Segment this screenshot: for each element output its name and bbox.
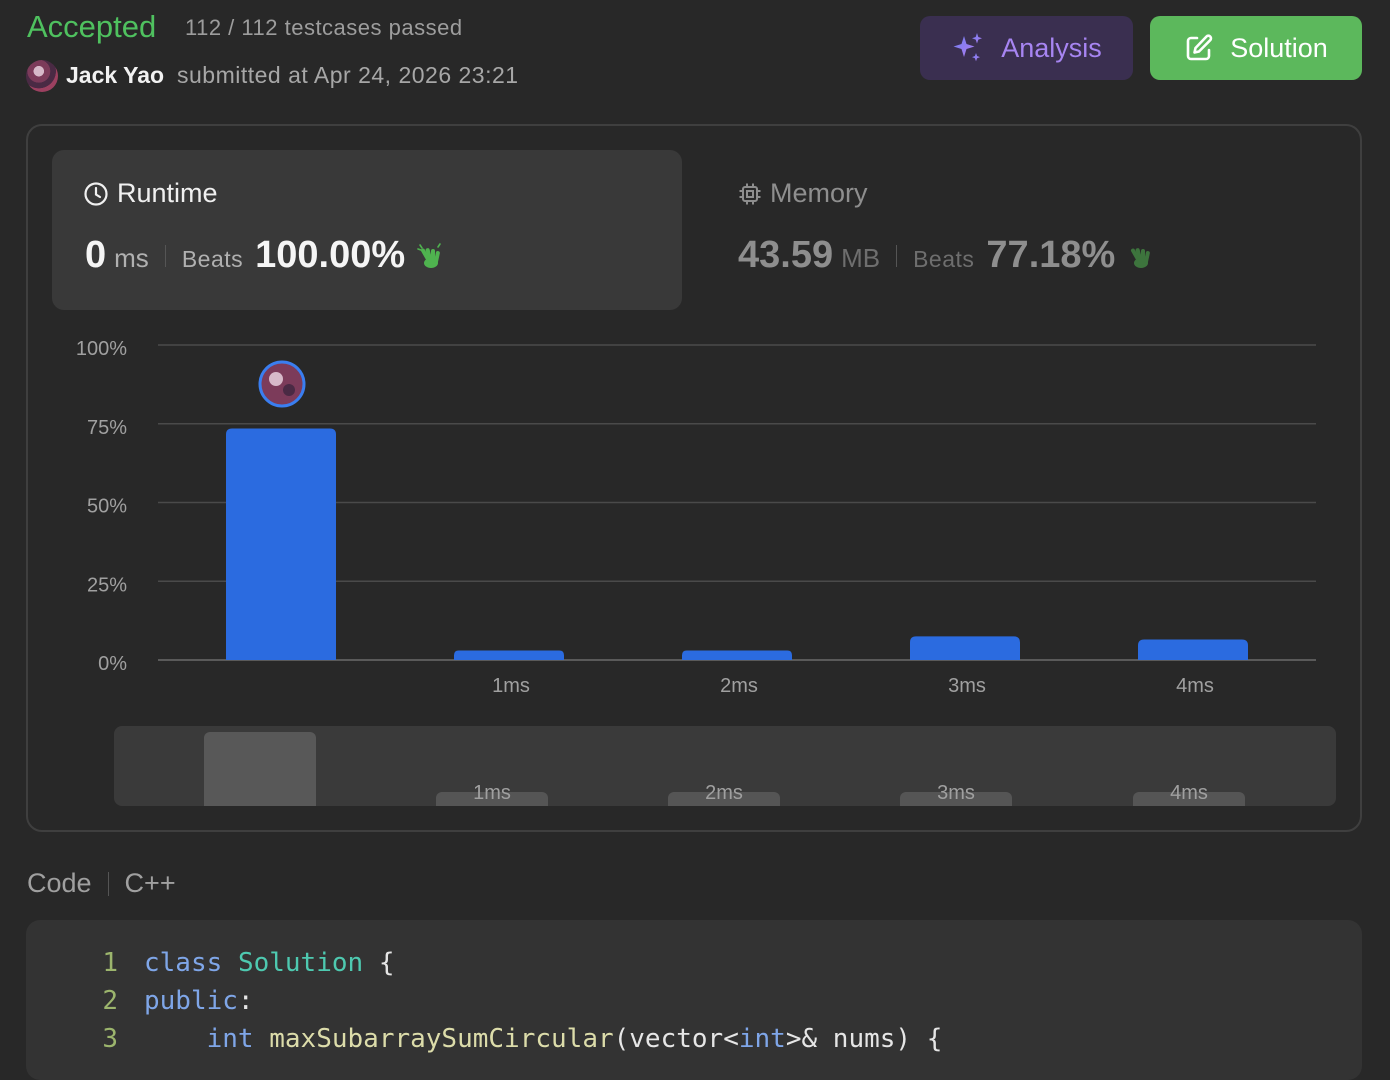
chart-bar xyxy=(910,636,1020,660)
minimap-label: 2ms xyxy=(705,782,743,804)
minimap-label: 4ms xyxy=(1170,782,1208,804)
code-token: class xyxy=(144,948,223,978)
x-tick-label: 4ms xyxy=(1176,675,1214,697)
avatar-detail xyxy=(269,372,283,386)
y-tick-label: 50% xyxy=(87,496,127,518)
user-avatar-marker[interactable] xyxy=(258,360,306,408)
code-label: Code xyxy=(27,868,92,898)
line-number: 3 xyxy=(102,1024,118,1054)
avatar-detail xyxy=(283,384,295,396)
code-token: int xyxy=(738,1024,786,1054)
divider xyxy=(107,871,109,896)
code-token: int xyxy=(206,1024,254,1054)
code-language: C++ xyxy=(124,868,176,898)
chart-bar xyxy=(454,650,564,660)
x-tick-label: 1ms xyxy=(492,675,530,697)
line-number: 2 xyxy=(102,986,118,1016)
code-editor[interactable]: 1 class Solution {2 public: 3 int maxSubarr… xyxy=(26,920,1362,1080)
code-token: (vector< xyxy=(613,1024,739,1054)
chart-bar xyxy=(1138,639,1248,660)
minimap-label: 1ms xyxy=(473,782,511,804)
x-tick-label: 3ms xyxy=(948,675,986,697)
minimap-label: 3ms xyxy=(937,782,975,804)
code-token: maxSubarraySumCircular xyxy=(269,1024,614,1054)
code-header: Code C++ xyxy=(27,868,176,899)
chart-bar xyxy=(226,428,336,660)
code-line: 1 class Solution { xyxy=(96,948,394,978)
y-tick-label: 25% xyxy=(87,574,127,596)
y-tick-label: 100% xyxy=(76,338,127,360)
x-tick-label: 2ms xyxy=(720,675,758,697)
y-tick-label: 0% xyxy=(98,653,127,675)
line-number: 1 xyxy=(102,948,118,978)
code-token: { xyxy=(363,948,395,978)
code-token: Solution xyxy=(237,948,364,978)
code-token: : xyxy=(237,986,254,1016)
chart-bar xyxy=(682,650,792,660)
chart-range-slider[interactable]: 1ms 2ms 3ms 4ms xyxy=(114,726,1336,806)
code-line: 2 public: xyxy=(96,986,254,1016)
code-token: >& nums) { xyxy=(785,1024,943,1054)
range-handle[interactable] xyxy=(204,732,316,806)
runtime-distribution-chart: 100% 75% 50% 25% 0% 1ms 2ms 3ms 4ms xyxy=(76,338,1316,697)
code-line: 3 int maxSubarraySumCircular(vector<int>… xyxy=(96,1024,942,1054)
y-tick-label: 75% xyxy=(87,417,127,439)
code-token: public xyxy=(144,986,238,1016)
